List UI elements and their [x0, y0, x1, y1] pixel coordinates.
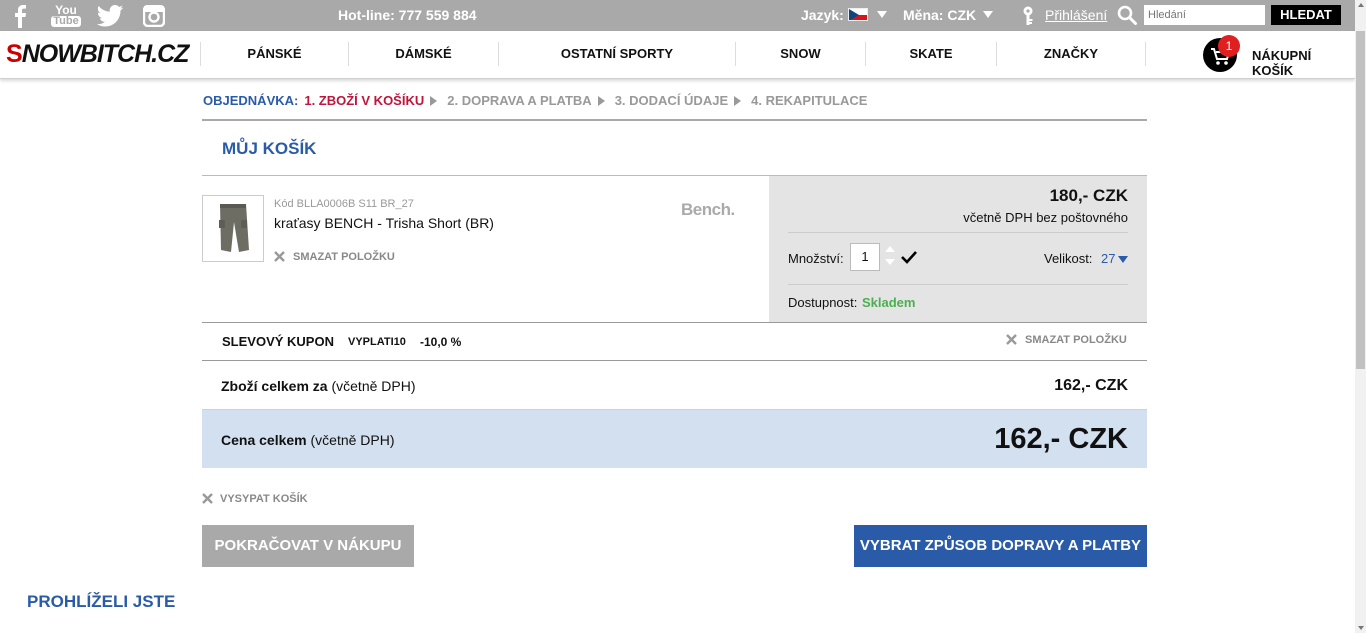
- top-bar: You Tube Hot-line: 777 559 884 Jazyk: Mě…: [0, 0, 1366, 31]
- language-dropdown-caret-icon[interactable]: [877, 11, 887, 18]
- product-price: 180,- CZK: [1049, 186, 1128, 205]
- confirm-quantity-check-icon[interactable]: [901, 250, 917, 264]
- divider: [202, 119, 1147, 121]
- product-details-panel: 180,- CZK včetně DPH bez poštovného Množ…: [769, 176, 1147, 322]
- coupon-discount: -10,0 %: [420, 335, 462, 349]
- remove-item-icon[interactable]: [274, 251, 285, 262]
- instagram-icon[interactable]: [142, 3, 166, 29]
- main-nav: SNOWBITCH.CZ PÁNSKÉ DÁMSKÉ OSTATNÍ SPORT…: [0, 31, 1355, 79]
- recently-viewed-title: PROHLÍŽELI JSTE: [27, 592, 176, 611]
- divider: [788, 284, 1128, 285]
- empty-cart-icon[interactable]: [202, 493, 213, 504]
- order-steps-breadcrumb: OBJEDNÁVKA: 1. ZBOŽÍ V KOŠÍKU 2. DOPRAVA…: [203, 93, 873, 108]
- logo-mark: S: [6, 40, 23, 68]
- product-thumbnail[interactable]: [202, 195, 264, 262]
- language-label: Jazyk:: [801, 7, 844, 23]
- total-label: Cena celkem (včetně DPH): [221, 432, 395, 448]
- divider: [788, 232, 1128, 233]
- twitter-icon[interactable]: [95, 3, 125, 29]
- quantity-down-icon[interactable]: [885, 259, 895, 265]
- step-shipping-payment: 2. DOPRAVA A PLATBA: [447, 93, 592, 108]
- size-label: Velikost:: [1044, 251, 1093, 266]
- step-summary: 4. REKAPITULACE: [751, 93, 868, 108]
- nav-item-snow[interactable]: SNOW: [735, 42, 865, 66]
- total-box: Cena celkem (včetně DPH) 162,- CZK: [202, 409, 1147, 468]
- facebook-icon[interactable]: [10, 3, 30, 29]
- empty-cart-button[interactable]: VYSYPAT KOŠÍK: [220, 493, 308, 505]
- currency-dropdown-caret-icon[interactable]: [983, 11, 993, 18]
- search-icon[interactable]: [1117, 5, 1137, 30]
- brand-logo: Bench.: [681, 200, 735, 219]
- divider: [202, 322, 1147, 323]
- search-input[interactable]: [1144, 5, 1265, 25]
- order-steps-label: OBJEDNÁVKA:: [203, 93, 299, 108]
- price-note: včetně DPH bez poštovného: [963, 210, 1128, 225]
- hotline: Hot-line: 777 559 884: [338, 7, 477, 23]
- login-link[interactable]: Přihlášení: [1045, 7, 1107, 23]
- total-value: 162,- CZK: [994, 423, 1128, 455]
- product-code: Kód BLLA0006B S11 BR_27: [274, 198, 414, 210]
- subtotal-label-bold: Zboží celkem za: [221, 378, 328, 394]
- subtotal-label: Zboží celkem za (včetně DPH): [221, 378, 416, 394]
- availability-status: Skladem: [862, 295, 916, 310]
- nav-item-damske[interactable]: DÁMSKÉ: [348, 42, 498, 66]
- quantity-label: Množství:: [788, 251, 844, 266]
- cart-title: MŮJ KOŠÍK: [222, 139, 317, 158]
- product-name[interactable]: kraťasy BENCH - Trisha Short (BR): [274, 215, 494, 231]
- coupon-code: VYPLATI10: [348, 336, 406, 348]
- key-icon: [1021, 6, 1035, 31]
- availability-label: Dostupnost:: [788, 295, 858, 310]
- step-delivery-details: 3. DODACÍ ÚDAJE: [614, 93, 729, 108]
- remove-coupon-icon[interactable]: [1006, 334, 1017, 345]
- subtotal-label-note: (včetně DPH): [327, 378, 416, 394]
- currency-selector[interactable]: Měna: CZK: [903, 7, 976, 23]
- youtube-icon[interactable]: You Tube: [51, 3, 81, 29]
- step-arrow-icon: [734, 95, 742, 106]
- scrollbar-thumb[interactable]: [1356, 31, 1365, 369]
- search-button[interactable]: HLEDAT: [1271, 5, 1341, 25]
- scroll-down-icon[interactable]: [1358, 626, 1364, 630]
- nav-item-ostatni-sporty[interactable]: OSTATNÍ SPORTY: [498, 42, 735, 66]
- size-select[interactable]: 27: [1101, 251, 1115, 266]
- page-scrollbar[interactable]: [1355, 0, 1366, 633]
- step-arrow-icon: [597, 95, 605, 106]
- quantity-input[interactable]: 1: [850, 243, 880, 271]
- step-cart[interactable]: 1. ZBOŽÍ V KOŠÍKU: [304, 93, 424, 108]
- total-label-note: (včetně DPH): [306, 432, 395, 448]
- coupon-label: SLEVOVÝ KUPON: [222, 334, 334, 349]
- quantity-up-icon[interactable]: [885, 246, 895, 252]
- scroll-up-icon[interactable]: [1358, 3, 1364, 7]
- total-label-bold: Cena celkem: [221, 432, 307, 448]
- cart-count-badge: 1: [1218, 35, 1240, 57]
- cart-link[interactable]: NÁKUPNÍ KOŠÍK: [1252, 48, 1355, 78]
- youtube-text-bottom: Tube: [51, 15, 81, 27]
- czech-flag-icon[interactable]: [848, 8, 868, 21]
- site-logo[interactable]: SNOWBITCH.CZ: [6, 40, 190, 69]
- nav-item-znacky[interactable]: ZNAČKY: [996, 42, 1146, 66]
- logo-text: NOWBITCH.CZ: [21, 40, 190, 68]
- remove-coupon-button[interactable]: SMAZAT POLOŽKU: [1025, 334, 1127, 346]
- subtotal-value: 162,- CZK: [1054, 377, 1128, 394]
- continue-shopping-button[interactable]: POKRAČOVAT V NÁKUPU: [202, 525, 414, 567]
- nav-item-panske[interactable]: PÁNSKÉ: [200, 42, 348, 66]
- nav-item-skate[interactable]: SKATE: [865, 42, 996, 66]
- remove-item-button[interactable]: SMAZAT POLOŽKU: [293, 251, 395, 263]
- size-dropdown-caret-icon[interactable]: [1118, 256, 1128, 263]
- choose-shipping-payment-button[interactable]: VYBRAT ZPŮSOB DOPRAVY A PLATBY: [854, 525, 1147, 567]
- divider: [202, 360, 1147, 361]
- step-arrow-icon: [430, 95, 438, 106]
